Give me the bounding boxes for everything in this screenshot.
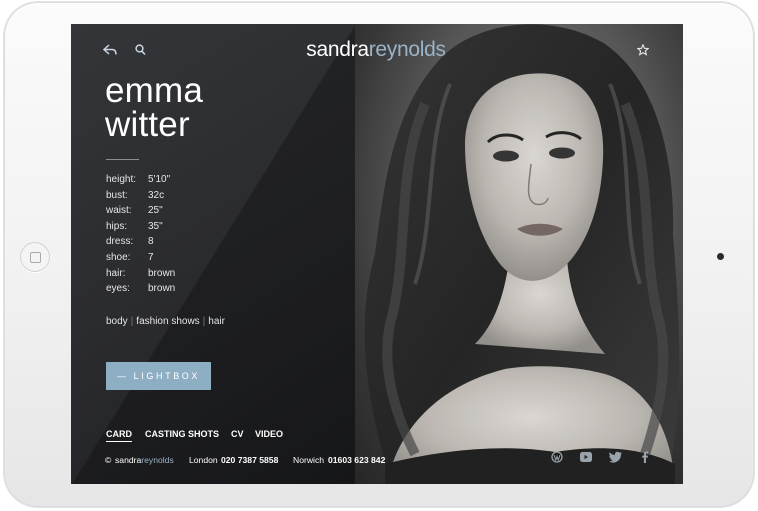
category-link-hair[interactable]: hair: [208, 316, 225, 327]
norwich-phone[interactable]: 01603 623 842: [328, 455, 385, 465]
copyright-symbol: ©: [105, 455, 112, 465]
category-separator: |: [202, 316, 206, 327]
footer-brand: sandrareynolds: [115, 455, 174, 465]
stat-label: eyes:: [106, 283, 130, 295]
model-first-name: emma: [105, 71, 204, 110]
tab-cv[interactable]: CV: [231, 429, 244, 439]
stat-value: 32c: [148, 189, 165, 201]
model-last-name: witter: [105, 105, 190, 144]
stat-value: brown: [148, 267, 176, 279]
footer-brand-part2: reynolds: [141, 455, 174, 465]
home-button[interactable]: [20, 242, 50, 272]
tab-video[interactable]: VIDEO: [255, 429, 283, 439]
stat-label: hips:: [106, 220, 128, 232]
star-icon[interactable]: [637, 44, 649, 56]
stat-value: 35": [148, 220, 163, 232]
category-link-body[interactable]: body: [106, 316, 128, 327]
front-camera: [717, 253, 724, 260]
stat-value: 7: [148, 251, 154, 263]
stat-value: 25": [148, 205, 163, 217]
london-phone[interactable]: 020 7387 5858: [221, 455, 278, 465]
brand-logo[interactable]: sandrareynolds: [271, 38, 481, 62]
model-photo: [355, 24, 683, 484]
model-name: emma witter: [105, 71, 204, 144]
stat-label: shoe:: [106, 251, 131, 263]
facebook-icon[interactable]: [641, 450, 649, 468]
category-link-fashion-shows[interactable]: fashion shows: [136, 316, 199, 327]
app-screen: sandrareynolds emma witter height: 5'10" …: [71, 24, 683, 484]
stat-value: brown: [148, 283, 176, 295]
category-separator: |: [130, 316, 134, 327]
stat-label: hair:: [106, 267, 126, 279]
stat-label: height:: [106, 174, 137, 185]
tab-casting-shots[interactable]: CASTING SHOTS: [145, 429, 219, 439]
norwich-label: Norwich: [293, 455, 325, 465]
brand-logo-part2: reynolds: [368, 38, 446, 61]
search-icon[interactable]: [135, 44, 146, 56]
brand-logo-part1: sandra: [306, 38, 369, 61]
footer-brand-part1: sandra: [115, 455, 142, 465]
lightbox-button[interactable]: — LIGHTBOX: [106, 362, 211, 390]
stat-value: 8: [148, 236, 154, 248]
category-links: body | fashion shows | hair: [106, 316, 225, 327]
youtube-icon[interactable]: [579, 450, 593, 468]
name-divider: [106, 159, 139, 160]
home-button-icon: [30, 252, 41, 263]
london-label: London: [189, 455, 218, 465]
stat-value: 5'10": [148, 174, 171, 185]
back-arrow-icon[interactable]: [103, 44, 117, 56]
stat-label: dress:: [106, 236, 134, 248]
stat-label: waist:: [106, 205, 132, 217]
tab-card[interactable]: CARD: [106, 429, 132, 442]
twitter-icon[interactable]: [609, 450, 623, 468]
stat-label: bust:: [106, 189, 128, 201]
wordpress-icon[interactable]: [551, 450, 563, 468]
